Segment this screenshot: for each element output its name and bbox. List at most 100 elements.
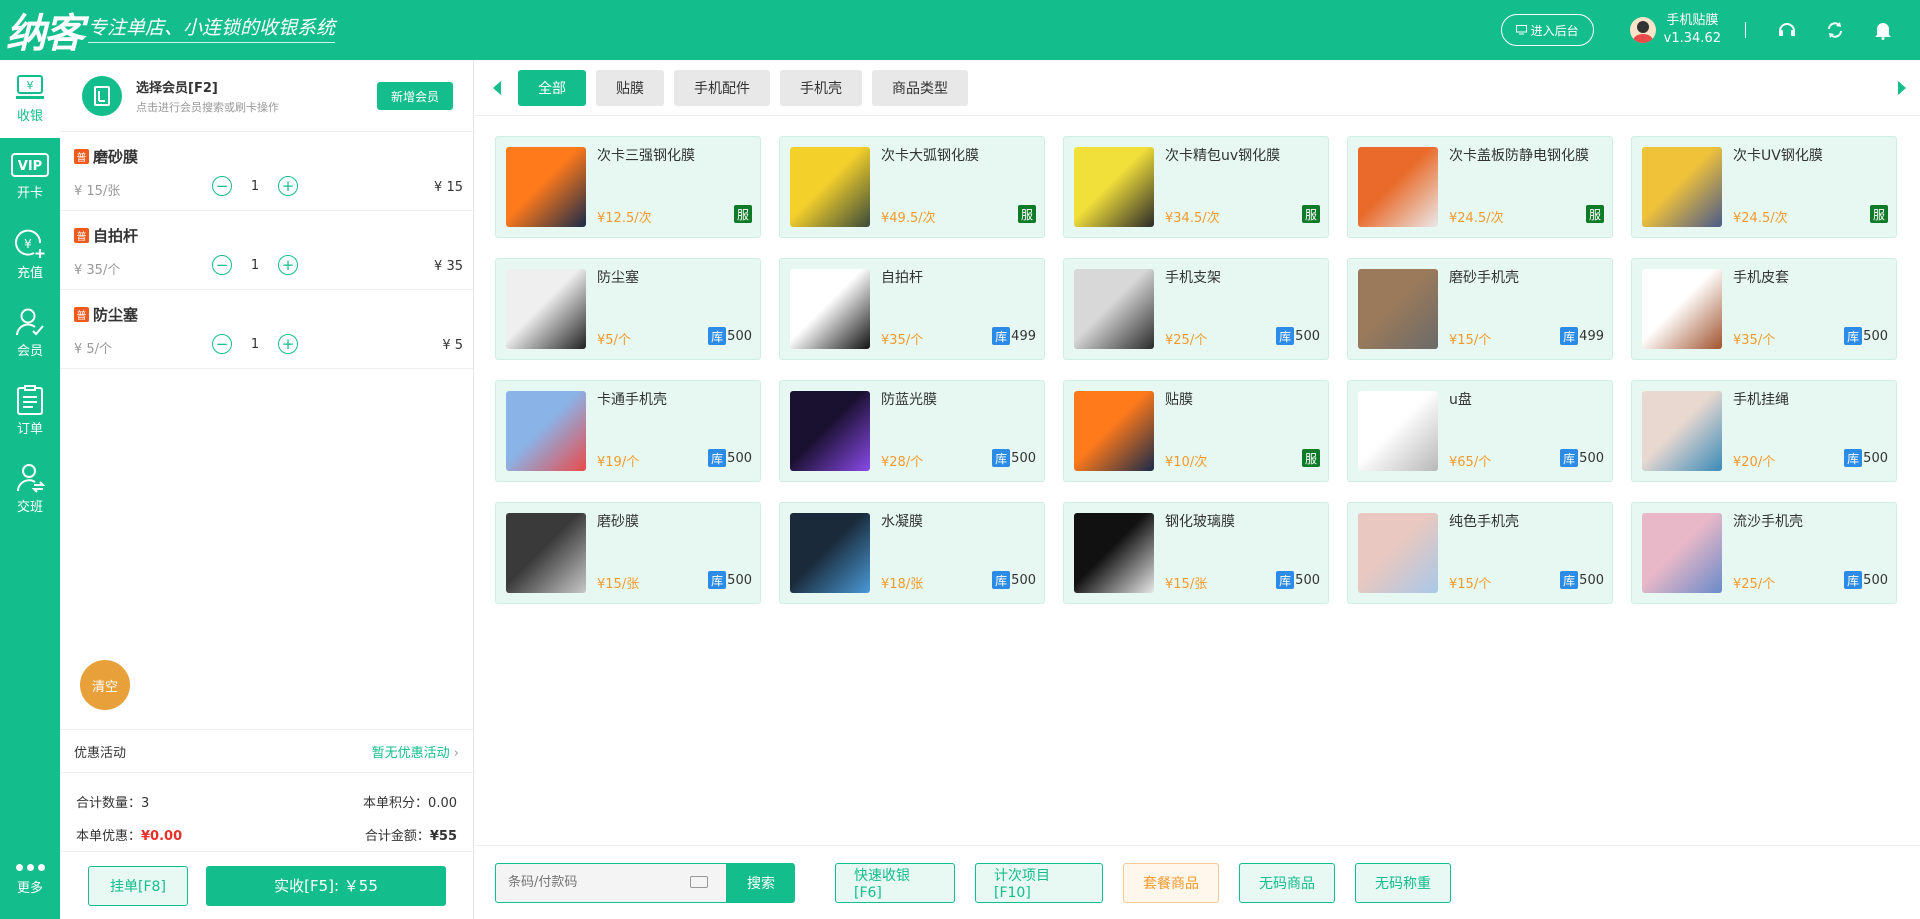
product-card[interactable]: 水凝膜 ¥18/张 库 500 [779,502,1045,604]
search-button[interactable]: 搜索 [727,862,795,903]
bell-icon[interactable] [1872,19,1894,41]
product-image [1358,269,1438,349]
product-card[interactable]: 防尘塞 ¥5/个 库 500 [495,258,761,360]
refresh-icon[interactable] [1824,19,1846,41]
nav-shift[interactable]: 交班 [0,450,60,528]
pay-button[interactable]: 实收[F5]: ￥55 [206,865,446,906]
product-card[interactable]: 磨砂手机壳 ¥15/个 库 499 [1347,258,1613,360]
order-summary: 合计数量：3 本单积分：0.00 本单优惠：¥0.00 合计金额：¥55 [60,773,473,851]
product-card[interactable]: 次卡三强钢化膜 ¥12.5/次 服 [495,136,761,238]
product-price: ¥10/次 [1165,455,1208,470]
new-member-button[interactable]: 新增会员 [376,82,453,110]
product-card[interactable]: 次卡大弧钢化膜 ¥49.5/次 服 [779,136,1045,238]
product-card[interactable]: 次卡UV钢化膜 ¥24.5/次 服 [1631,136,1897,238]
svg-text:VIP: VIP [18,159,42,174]
product-card[interactable]: 自拍杆 ¥35/个 库 499 [779,258,1045,360]
tab-category[interactable]: 手机配件 [674,69,770,106]
clear-cart-button[interactable]: 清空 [80,660,130,710]
service-badge: 服 [734,205,752,223]
count-items-button[interactable]: 计次项目[F10] [975,862,1103,903]
product-card[interactable]: 纯色手机壳 ¥15/个 库 500 [1347,502,1613,604]
nav-more[interactable]: 更多 [0,841,60,919]
plus-icon[interactable]: + [278,334,298,354]
tab-category[interactable]: 商品类型 [872,69,968,106]
stock-count: 库 500 [1560,449,1604,467]
stock-badge: 库 [1560,449,1579,467]
plus-icon[interactable]: + [278,255,298,275]
app-version: v1.34.62 [1663,31,1721,46]
service-badge-wrap: 服 [734,205,752,223]
nav-vip-card[interactable]: VIP 开卡 [0,138,60,216]
category-tabs: 全部 贴膜 手机配件 手机壳 商品类型 [475,60,1920,116]
barcode-input[interactable] [508,875,678,890]
product-card[interactable]: 磨砂膜 ¥15/张 库 500 [495,502,761,604]
stock-badge: 库 [1844,571,1863,589]
minus-icon[interactable]: − [212,334,232,354]
member-title: 选择会员[F2] [136,80,218,96]
product-name: 防尘塞 [597,270,639,286]
cart-item[interactable]: 普防尘塞 ¥ 5/个 −1 + ¥ 5 [60,290,473,369]
cart-item[interactable]: 普自拍杆 ¥ 35/个 −1 + ¥ 35 [60,211,473,290]
tabs-next-icon[interactable] [1898,81,1906,95]
tab-category[interactable]: 全部 [518,69,586,106]
product-card[interactable]: 手机皮套 ¥35/个 库 500 [1631,258,1897,360]
minus-icon[interactable]: − [212,176,232,196]
product-card[interactable]: 贴膜 ¥10/次 服 [1063,380,1329,482]
product-price: ¥24.5/次 [1449,211,1504,226]
stock-count: 库 500 [708,449,752,467]
plus-icon[interactable]: + [278,176,298,196]
quantity-value[interactable]: 1 [232,258,278,273]
product-card[interactable]: 防蓝光膜 ¥28/个 库 500 [779,380,1045,482]
no-barcode-weigh-button[interactable]: 无码称重 [1355,862,1451,903]
nav-member[interactable]: 会员 [0,294,60,372]
product-price: ¥19/个 [597,455,640,470]
product-card[interactable]: 次卡精包uv钢化膜 ¥34.5/次 服 [1063,136,1329,238]
recharge-icon: ¥ [15,229,45,258]
product-card[interactable]: 钢化玻璃膜 ¥15/张 库 500 [1063,502,1329,604]
keyboard-icon[interactable] [690,875,708,888]
product-card[interactable]: 流沙手机壳 ¥25/个 库 500 [1631,502,1897,604]
quantity-value[interactable]: 1 [232,337,278,352]
product-price: ¥49.5/次 [881,211,936,226]
product-name: 流沙手机壳 [1733,514,1803,530]
order-points: 本单积分：0.00 [363,796,457,811]
quick-checkout-button[interactable]: 快速收银[F6] [835,862,955,903]
product-card[interactable]: 次卡盖板防静电钢化膜 ¥24.5/次 服 [1347,136,1613,238]
tab-category[interactable]: 贴膜 [596,69,664,106]
tabs-prev-icon[interactable] [493,81,501,95]
cart-item-unit-price: ¥ 5/个 [74,342,113,357]
service-badge-wrap: 服 [1870,205,1888,223]
product-card[interactable]: 手机支架 ¥25/个 库 500 [1063,258,1329,360]
no-barcode-goods-button[interactable]: 无码商品 [1239,862,1335,903]
minus-icon[interactable]: − [212,255,232,275]
product-price: ¥25/个 [1733,577,1776,592]
nav-cashier[interactable]: ¥ 收银 [0,60,60,138]
service-badge: 服 [1870,205,1888,223]
order-discount: 本单优惠：¥0.00 [76,829,183,844]
nav-recharge[interactable]: ¥ 充值 [0,216,60,294]
stock-badge: 库 [1276,327,1295,345]
total-qty: 合计数量：3 [76,796,150,811]
tab-category[interactable]: 手机壳 [780,69,862,106]
cart-item-name: 普防尘塞 [74,304,138,325]
product-card[interactable]: 手机挂绳 ¥20/个 库 500 [1631,380,1897,482]
product-name: 钢化玻璃膜 [1165,514,1235,530]
headset-icon[interactable] [1776,19,1798,41]
user-info[interactable]: 手机贴膜 v1.34.62 [1664,12,1721,48]
member-select[interactable]: 选择会员[F2] 点击进行会员搜索或刷卡操作 新增会员 [60,60,473,132]
user-avatar[interactable] [1629,17,1656,43]
product-card[interactable]: 卡通手机壳 ¥19/个 库 500 [495,380,761,482]
quantity-value[interactable]: 1 [232,179,278,194]
product-card[interactable]: u盘 ¥65/个 库 500 [1347,380,1613,482]
product-name: u盘 [1449,392,1472,408]
product-price: ¥12.5/次 [597,211,652,226]
hang-order-button[interactable]: 挂单[F8] [88,865,188,906]
package-goods-button[interactable]: 套餐商品 [1123,862,1219,903]
enter-backend-button[interactable]: 进入后台 [1500,14,1594,46]
promo-link[interactable]: 暂无优惠活动 › [372,742,459,761]
product-price: ¥35/个 [881,333,924,348]
product-name: 磨砂手机壳 [1449,270,1519,286]
nav-order[interactable]: 订单 [0,372,60,450]
promo-value: 暂无优惠活动 [371,745,450,761]
cart-item[interactable]: 普磨砂膜 ¥ 15/张 −1 + ¥ 15 [60,132,473,211]
